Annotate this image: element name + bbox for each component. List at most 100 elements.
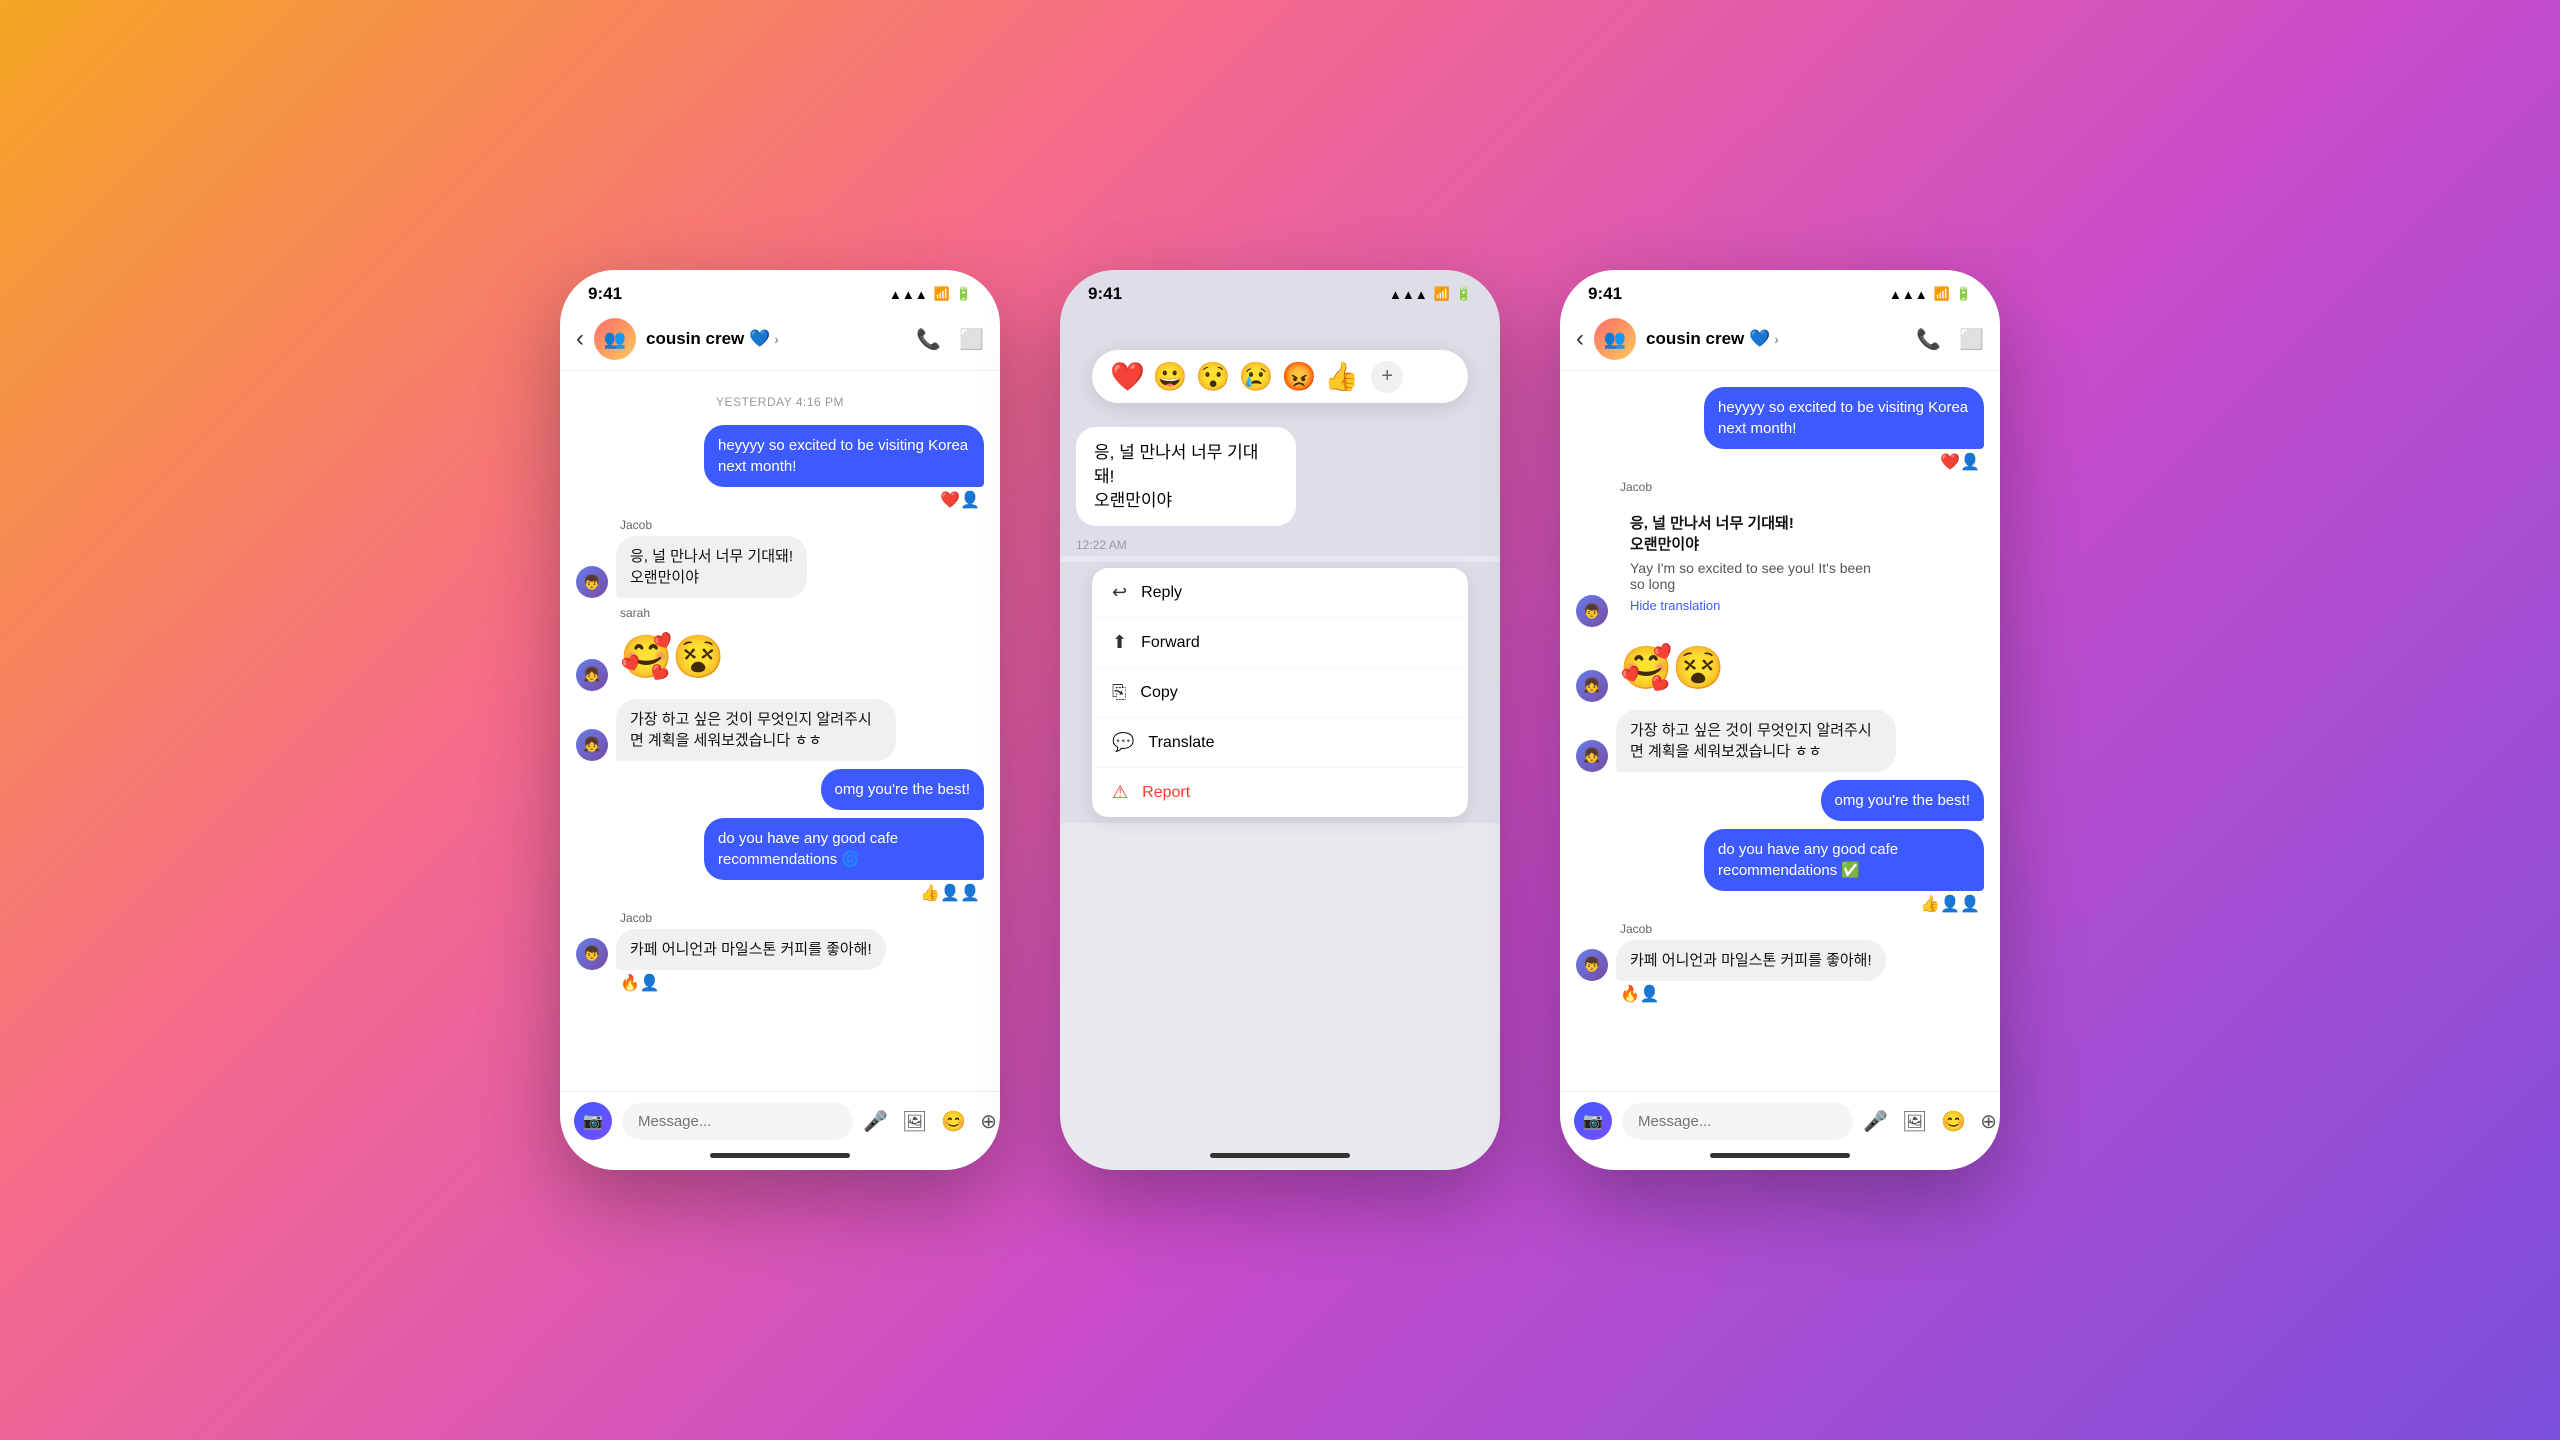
messages-area-left: YESTERDAY 4:16 PM heyyyy so excited to b… — [560, 371, 1000, 1091]
bubble-heyyyy-left: heyyyy so excited to be visiting Korea n… — [704, 425, 984, 487]
context-menu: ↩ Reply ⬆ Forward ⎘ Copy 💬 Translate ⚠ R… — [1092, 568, 1468, 817]
react-grin[interactable]: 😀 — [1153, 360, 1188, 393]
sender-sarah-left: sarah — [620, 606, 650, 620]
status-time-left: 9:41 — [588, 284, 622, 304]
react-angry[interactable]: 😡 — [1282, 360, 1317, 393]
timestamp-divider-left: YESTERDAY 4:16 PM — [576, 395, 984, 409]
mic-icon-left[interactable]: 🎤 — [863, 1109, 888, 1134]
korean-long-bubble-left: 가장 하고 싶은 것이 무엇인지 알려주시면 계획을 세워보겠습니다 ㅎㅎ — [616, 699, 896, 761]
jacob-translated-row-right: 👦 응, 널 만나서 너무 기대돼!오랜만이야 Yay I'm so excit… — [1576, 498, 1896, 627]
forward-label: Forward — [1141, 634, 1200, 652]
reaction-cafe-right: 👍👤👤 — [1920, 894, 1980, 914]
input-bar-left: 📷 🎤 🖼 😊 ⊕ — [560, 1091, 1000, 1150]
sarah-emoji-right: 🥰😵 — [1616, 635, 1729, 702]
emoji-icon-right[interactable]: 😊 — [1941, 1109, 1966, 1134]
jacob-avatar-left: 👦 — [576, 566, 608, 598]
msg-korean-long-left: 👧 가장 하고 싶은 것이 무엇인지 알려주시면 계획을 세워보겠습니다 ㅎㅎ — [576, 699, 984, 761]
jacob-cafe-bubble-right: 카페 어니언과 마일스톤 커피를 좋아해! — [1616, 940, 1886, 981]
jacob-avatar-right: 👦 — [1576, 595, 1608, 627]
menu-item-copy[interactable]: ⎘ Copy — [1092, 668, 1468, 718]
korean-long-avatar-right: 👧 — [1576, 740, 1608, 772]
menu-item-reply[interactable]: ↩ Reply — [1092, 568, 1468, 618]
chat-title-right: cousin crew 💙 › — [1646, 329, 1906, 349]
jacob-cafe-row-right: 👦 카페 어니언과 마일스톤 커피를 좋아해! — [1576, 940, 1886, 981]
plus-icon-left[interactable]: ⊕ — [980, 1109, 997, 1134]
report-label: Report — [1142, 784, 1190, 802]
react-sad[interactable]: 😢 — [1239, 360, 1274, 393]
msg-cafe-left: do you have any good cafe recommendation… — [576, 818, 984, 903]
back-button-right[interactable]: ‹ — [1576, 325, 1584, 353]
media-icon-left[interactable]: 🖼 — [902, 1109, 927, 1134]
korean-long-bubble-right: 가장 하고 싶은 것이 무엇인지 알려주시면 계획을 세워보겠습니다 ㅎㅎ — [1616, 710, 1896, 772]
report-icon: ⚠ — [1112, 782, 1128, 803]
translate-icon: 💬 — [1112, 732, 1134, 753]
react-thumbs-up[interactable]: 👍 — [1324, 360, 1359, 393]
phone-icon-left[interactable]: 📞 — [916, 327, 941, 352]
add-reaction-button[interactable]: + — [1371, 361, 1403, 393]
copy-label: Copy — [1140, 684, 1177, 702]
translated-bubble-right: 응, 널 만나서 너무 기대돼!오랜만이야 Yay I'm so excited… — [1616, 498, 1896, 627]
chevron-icon-left: › — [774, 331, 779, 347]
left-phone: 9:41 ▲▲▲ 📶 🔋 ‹ 👥 cousin crew 💙 › 📞 ⬜ YES… — [560, 270, 1000, 1170]
sarah-avatar-left: 👧 — [576, 659, 608, 691]
status-icons-left: ▲▲▲ 📶 🔋 — [889, 286, 972, 302]
signal-icon-right: ▲▲▲ — [1889, 287, 1928, 302]
reply-label: Reply — [1141, 584, 1182, 602]
hide-translation-button[interactable]: Hide translation — [1630, 598, 1882, 613]
korean-long-row-left: 👧 가장 하고 싶은 것이 무엇인지 알려주시면 계획을 세워보겠습니다 ㅎㅎ — [576, 699, 896, 761]
msg-omg-left: omg you're the best! — [576, 769, 984, 810]
menu-item-report[interactable]: ⚠ Report — [1092, 768, 1468, 817]
msg-jacob-cafe-left: Jacob 👦 카페 어니언과 마일스톤 커피를 좋아해! 🔥👤 — [576, 911, 984, 993]
bubble-cafe-left: do you have any good cafe recommendation… — [704, 818, 984, 880]
phone-icon-right[interactable]: 📞 — [1916, 327, 1941, 352]
status-bar-right: 9:41 ▲▲▲ 📶 🔋 — [1560, 270, 2000, 310]
mic-icon-right[interactable]: 🎤 — [1863, 1109, 1888, 1134]
group-avatar-right: 👥 — [1594, 318, 1636, 360]
chat-header-left: ‹ 👥 cousin crew 💙 › 📞 ⬜ — [560, 310, 1000, 371]
msg-heyyyy-left: heyyyy so excited to be visiting Korea n… — [576, 425, 984, 510]
camera-button-left[interactable]: 📷 — [574, 1102, 612, 1140]
chat-title-left: cousin crew 💙 › — [646, 329, 906, 349]
camera-button-right[interactable]: 📷 — [1574, 1102, 1612, 1140]
msg-heyyyy-right: heyyyy so excited to be visiting Korea n… — [1576, 387, 1984, 472]
reaction-jacob-cafe-right: 🔥👤 — [1620, 984, 1660, 1004]
react-heart[interactable]: ❤️ — [1110, 360, 1145, 393]
input-icons-left: 🎤 🖼 😊 ⊕ — [863, 1109, 997, 1134]
message-input-right[interactable] — [1622, 1103, 1853, 1140]
back-button-left[interactable]: ‹ — [576, 325, 584, 353]
msg-jacob-translated-right: Jacob 👦 응, 널 만나서 너무 기대돼!오랜만이야 Yay I'm so… — [1576, 480, 1984, 627]
message-input-left[interactable] — [622, 1103, 853, 1140]
plus-icon-right[interactable]: ⊕ — [1980, 1109, 1997, 1134]
chat-header-right: ‹ 👥 cousin crew 💙 › 📞 ⬜ — [1560, 310, 2000, 371]
bubble-heyyyy-right: heyyyy so excited to be visiting Korea n… — [1704, 387, 1984, 449]
forward-icon: ⬆ — [1112, 632, 1127, 653]
menu-item-forward[interactable]: ⬆ Forward — [1092, 618, 1468, 668]
react-surprised[interactable]: 😯 — [1196, 360, 1231, 393]
chat-title-area-right: cousin crew 💙 › — [1646, 329, 1906, 349]
video-icon-left[interactable]: ⬜ — [959, 327, 984, 352]
menu-item-translate[interactable]: 💬 Translate — [1092, 718, 1468, 768]
msg-jacob-korean-left: Jacob 👦 응, 널 만나서 너무 기대돼!오랜만이야 — [576, 518, 984, 598]
sender-jacob2-right: Jacob — [1620, 922, 1652, 936]
bubble-omg-left: omg you're the best! — [821, 769, 984, 810]
sarah-emoji-bubble-left: 🥰😵 — [616, 624, 729, 691]
english-text-right: Yay I'm so excited to see you! It's been… — [1630, 560, 1882, 592]
wifi-icon: 📶 — [934, 286, 950, 302]
signal-icon-middle: ▲▲▲ — [1389, 287, 1428, 302]
msg-sarah-emoji-left: sarah 👧 🥰😵 — [576, 606, 984, 691]
context-message-bubble: 응, 널 만나서 너무 기대돼!오랜만이야 — [1076, 427, 1296, 526]
status-icons-right: ▲▲▲ 📶 🔋 — [1889, 286, 1972, 302]
korean-long-row-right: 👧 가장 하고 싶은 것이 무엇인지 알려주시면 계획을 세워보겠습니다 ㅎㅎ — [1576, 710, 1896, 772]
media-icon-right[interactable]: 🖼 — [1902, 1109, 1927, 1134]
status-icons-middle: ▲▲▲ 📶 🔋 — [1389, 286, 1472, 302]
signal-icon: ▲▲▲ — [889, 287, 928, 302]
bubble-cafe-right: do you have any good cafe recommendation… — [1704, 829, 1984, 891]
header-actions-left: 📞 ⬜ — [916, 327, 984, 352]
jacob2-avatar-left: 👦 — [576, 938, 608, 970]
video-icon-right[interactable]: ⬜ — [1959, 327, 1984, 352]
msg-jacob-cafe-right: Jacob 👦 카페 어니언과 마일스톤 커피를 좋아해! 🔥👤 — [1576, 922, 1984, 1004]
reaction-heyyyy-left: ❤️👤 — [940, 490, 980, 510]
chevron-icon-right: › — [1774, 331, 1779, 347]
chat-title-area-left: cousin crew 💙 › — [646, 329, 906, 349]
emoji-icon-left[interactable]: 😊 — [941, 1109, 966, 1134]
